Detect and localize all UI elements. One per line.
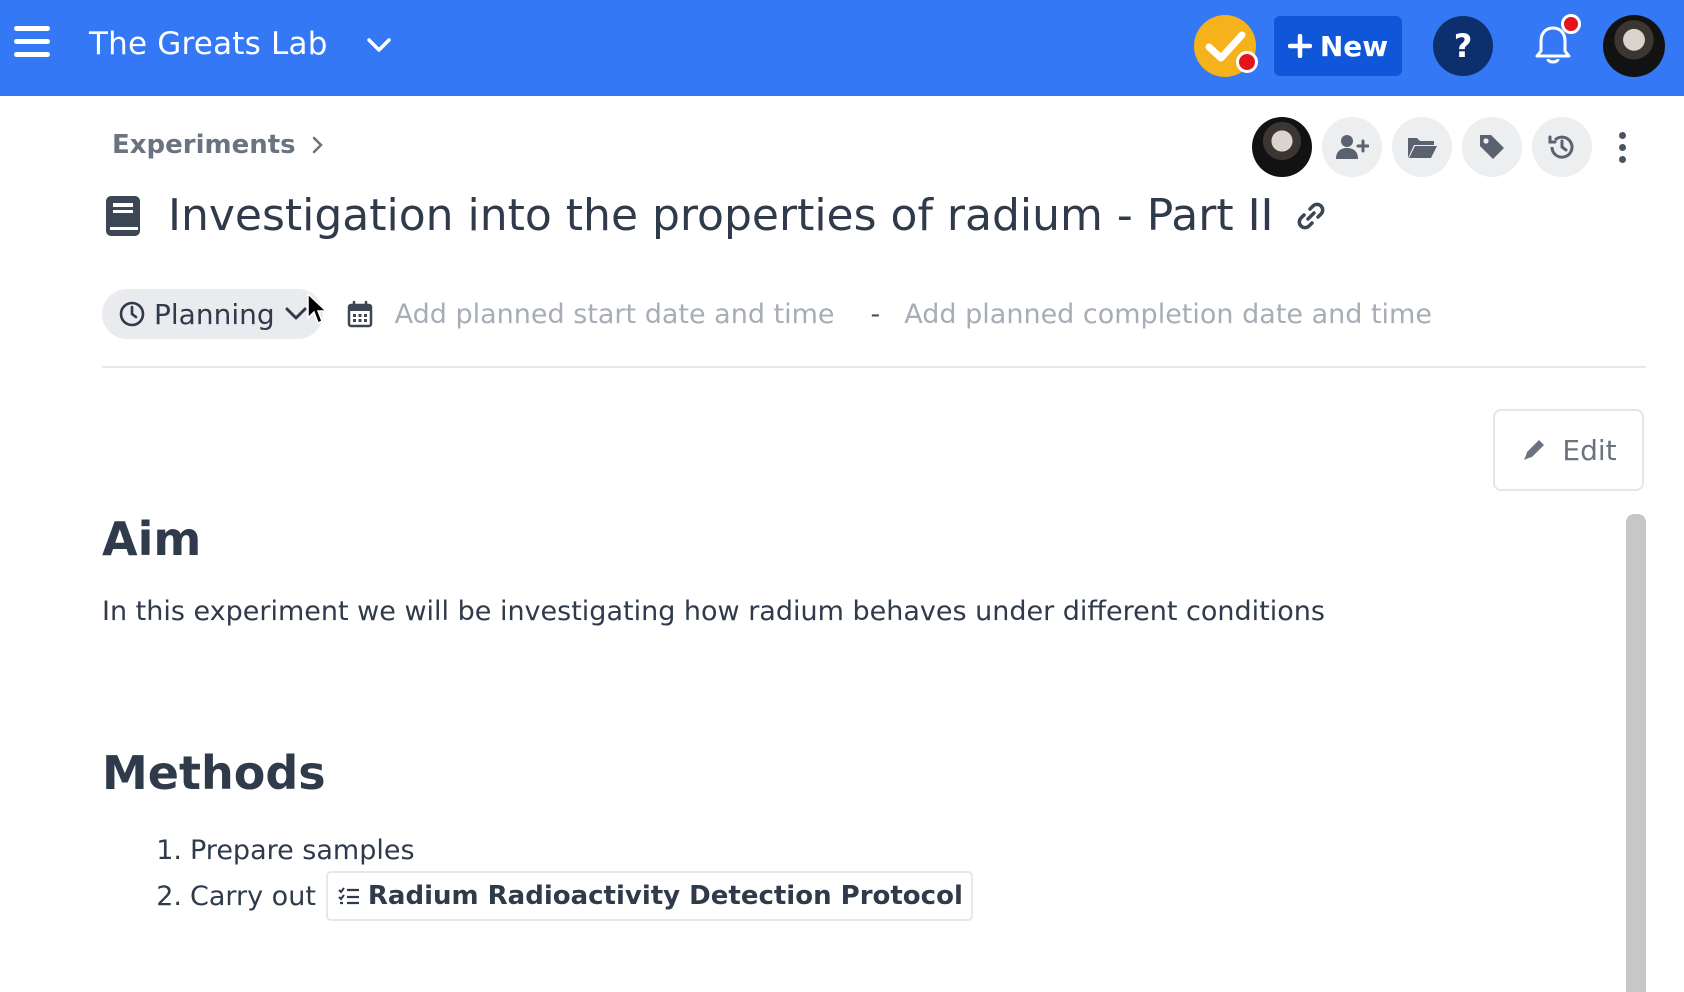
notification-dot	[1561, 14, 1581, 34]
owner-avatar[interactable]	[1252, 117, 1312, 177]
share-button[interactable]	[1322, 117, 1382, 177]
list-text: Prepare samples	[190, 834, 415, 866]
protocol-link[interactable]: Radium Radioactivity Detection Protocol	[325, 871, 973, 921]
tag-icon	[1480, 135, 1504, 159]
list-text: Carry out	[190, 880, 316, 912]
new-button-label: New	[1319, 29, 1389, 63]
pencil-icon	[1524, 440, 1545, 460]
date-separator: -	[870, 298, 881, 330]
list-item: 1. Prepare samples	[150, 828, 973, 872]
menu-icon[interactable]	[14, 26, 52, 62]
lab-name[interactable]: The Greats Lab	[89, 26, 328, 62]
edit-label: Edit	[1562, 433, 1617, 467]
folder-icon	[1408, 138, 1437, 158]
tags-button[interactable]	[1462, 117, 1522, 177]
notification-dot	[1236, 51, 1258, 73]
user-avatar[interactable]	[1603, 15, 1665, 77]
planned-completion-date[interactable]: Add planned completion date and time	[904, 299, 1432, 330]
breadcrumb-experiments[interactable]: Experiments	[112, 130, 296, 160]
edit-button[interactable]: Edit	[1493, 409, 1644, 491]
link-icon[interactable]	[1296, 201, 1326, 231]
list-number: 2.	[156, 880, 182, 912]
add-user-icon	[1336, 135, 1369, 159]
aim-text: In this experiment we will be investigat…	[102, 596, 1325, 627]
notebook-icon	[106, 195, 140, 236]
history-icon	[1548, 135, 1574, 159]
planned-start-date[interactable]: Add planned start date and time	[395, 299, 835, 330]
kebab-icon[interactable]	[1614, 132, 1630, 164]
tasks-status-button[interactable]	[1194, 15, 1258, 77]
breadcrumb: Experiments	[112, 130, 326, 160]
aim-heading: Aim	[102, 512, 202, 566]
record-actions	[1252, 117, 1592, 177]
clock-icon	[119, 301, 145, 327]
notifications-button[interactable]	[1533, 14, 1581, 70]
methods-heading: Methods	[102, 746, 326, 800]
list-item: 2. Carry out Radium Radioactivity Detect…	[150, 871, 973, 921]
history-button[interactable]	[1532, 117, 1592, 177]
help-button[interactable]: ?	[1433, 16, 1493, 76]
checklist-icon	[338, 887, 359, 905]
move-to-folder-button[interactable]	[1392, 117, 1452, 177]
methods-list: 1. Prepare samples 2. Carry out Radium R…	[150, 828, 973, 921]
chevron-right-icon	[312, 136, 323, 154]
chevron-down-icon[interactable]	[364, 30, 394, 60]
top-navigation-bar: The Greats Lab New ?	[0, 0, 1684, 96]
divider	[102, 366, 1646, 368]
scrollbar[interactable]	[1626, 514, 1646, 992]
plus-icon	[1287, 34, 1312, 58]
protocol-link-label: Radium Radioactivity Detection Protocol	[367, 881, 963, 911]
list-number: 1.	[156, 834, 182, 866]
status-label: Planning	[154, 297, 275, 331]
new-button[interactable]: New	[1274, 16, 1402, 76]
title-row: Investigation into the properties of rad…	[104, 190, 1326, 241]
page-title[interactable]: Investigation into the properties of rad…	[168, 190, 1274, 241]
calendar-icon[interactable]	[347, 300, 373, 328]
mouse-cursor-icon	[307, 292, 328, 325]
status-dropdown[interactable]: Planning	[102, 289, 323, 339]
chevron-down-icon	[285, 307, 307, 320]
status-row: Planning Add planned start date and time…	[102, 289, 1432, 339]
